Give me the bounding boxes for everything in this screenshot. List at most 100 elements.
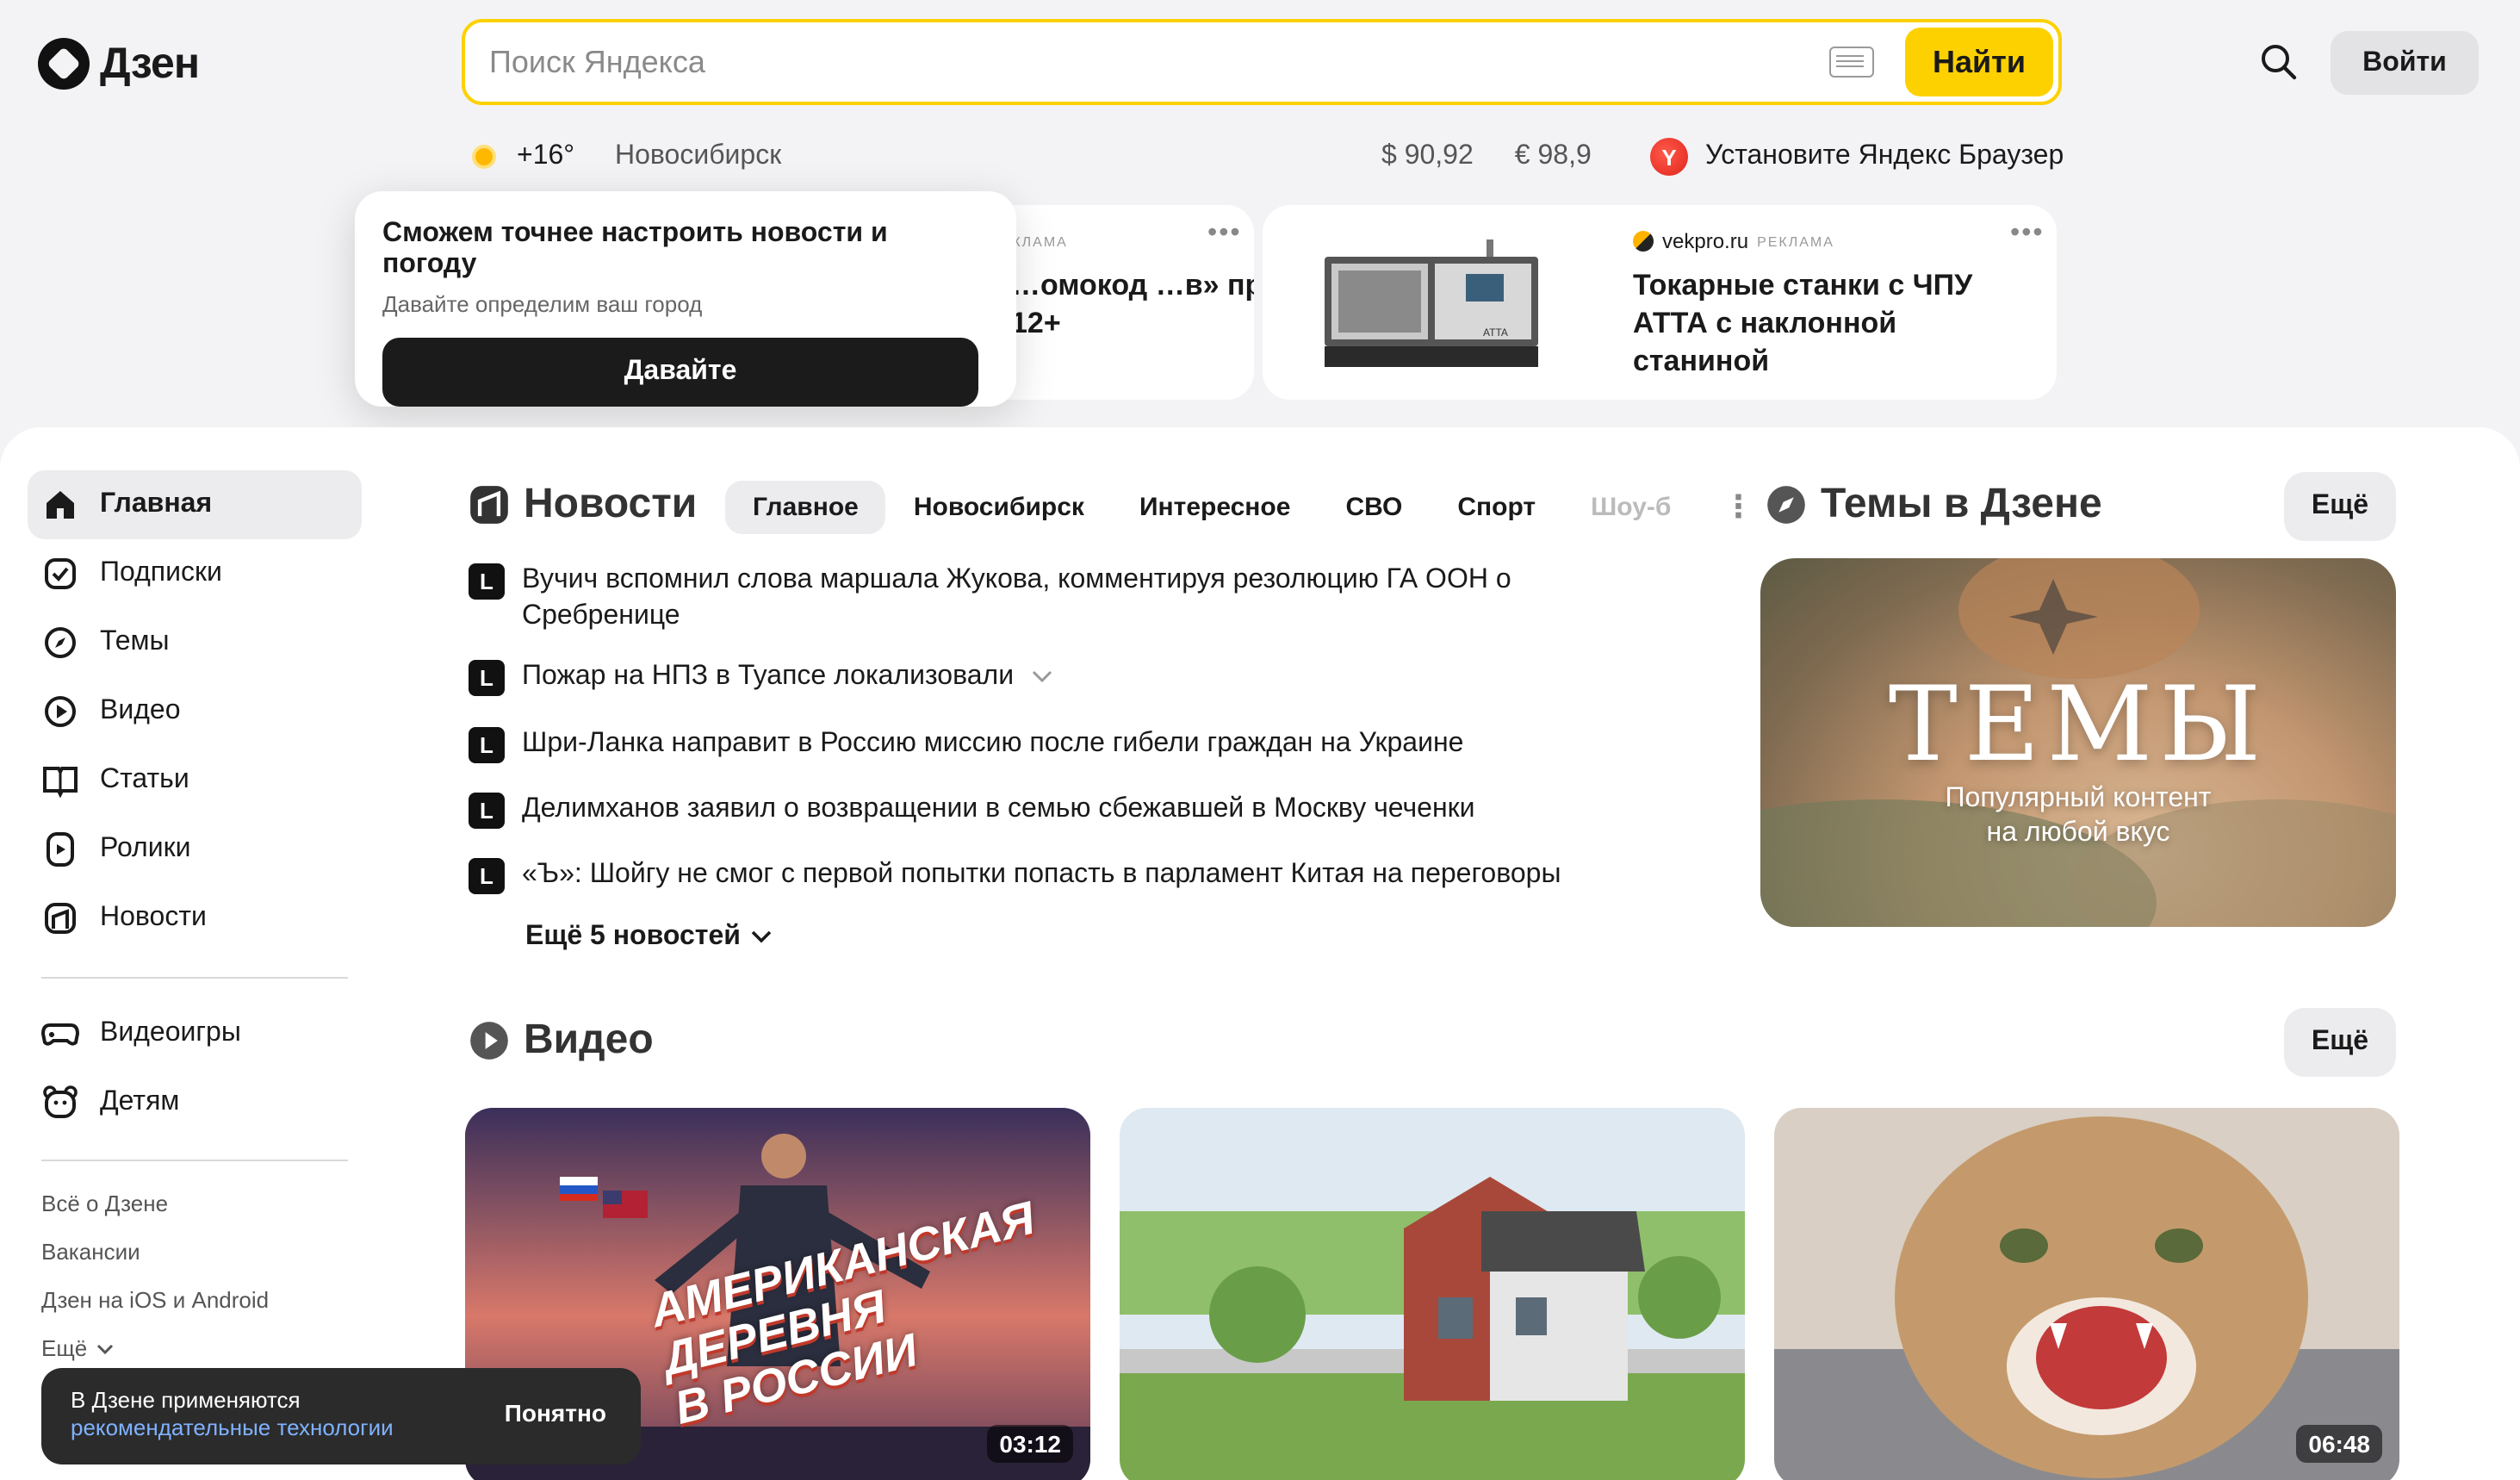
sidebar-item-shorts[interactable]: Ролики [28, 815, 362, 884]
tab-city[interactable]: Новосибирск [886, 481, 1112, 534]
footer-more-label: Ещё [41, 1335, 88, 1361]
search-bar: Найти [462, 19, 2062, 105]
themes-section-title[interactable]: Темы в Дзене [1766, 481, 2102, 529]
compass-icon [45, 627, 76, 658]
sidebar-item-video[interactable]: Видео [28, 677, 362, 746]
chevron-down-icon[interactable] [1031, 668, 1052, 686]
sidebar-item-themes[interactable]: Темы [28, 608, 362, 677]
ad-menu-icon[interactable]: ••• [2010, 219, 2045, 250]
gamepad-icon [41, 1023, 79, 1046]
sidebar-item-news[interactable]: Новости [28, 884, 362, 953]
usd-rate: $ 90,92 [1381, 141, 1474, 171]
weather-widget[interactable]: +16° [465, 138, 574, 176]
sidebar-item-label: Новости [100, 903, 207, 932]
logo-text: Дзен [100, 39, 200, 87]
dzen-logo[interactable]: Дзен [38, 38, 200, 90]
vekpro-icon [1633, 231, 1654, 252]
news-item[interactable]: L Делимханов заявил о возвращении в семь… [469, 791, 1590, 829]
tab-show[interactable]: Шоу-б [1563, 481, 1698, 534]
source-badge: L [469, 858, 505, 894]
browser-promo[interactable]: Y Установите Яндекс Браузер [1650, 138, 2064, 176]
book-icon [43, 767, 78, 799]
video-card[interactable] [1120, 1108, 1745, 1480]
sidebar-item-kids[interactable]: Детям [28, 1068, 362, 1137]
shorts-icon [47, 832, 74, 867]
ad-title: Токарные станки с ЧПУ АТТА с наклонной с… [1633, 269, 1973, 377]
tab-sport[interactable]: Спорт [1430, 481, 1563, 534]
tab-interesting[interactable]: Интересное [1112, 481, 1319, 534]
news-icon [470, 486, 508, 524]
eur-rate: € 98,9 [1514, 141, 1592, 171]
toast-ok-button[interactable]: Понятно [505, 1399, 606, 1427]
news-tabs: Главное Новосибирск Интересное СВО Спорт… [725, 481, 1753, 534]
sun-icon [465, 138, 503, 176]
search-input[interactable] [489, 44, 1829, 80]
themes-more-button[interactable]: Ещё [2284, 472, 2396, 541]
video-icon [470, 1022, 508, 1060]
source-badge: L [469, 727, 505, 763]
video-duration: 03:12 [987, 1425, 1073, 1463]
source-badge: L [469, 563, 505, 600]
ad-card[interactable]: ATTA vekpro.ru РЕКЛАМА ••• Токарные стан… [1263, 205, 2057, 400]
popup-subtitle: Давайте определим ваш город [382, 291, 703, 317]
cnc-machine-image: ATTA [1325, 239, 1538, 367]
tab-svo[interactable]: СВО [1318, 481, 1430, 534]
news-headline: Пожар на НПЗ в Туапсе локализовали [522, 662, 1015, 691]
home-icon [47, 491, 74, 519]
detect-city-button[interactable]: Давайте [382, 338, 978, 407]
svg-text:ATTA: ATTA [1483, 326, 1508, 339]
video-icon [45, 696, 76, 727]
themes-banner-sub-2: на любой вкус [1986, 818, 2170, 848]
video-duration: 06:48 [2296, 1425, 2382, 1463]
news-item[interactable]: L Шри-Ланка направит в Россию миссию пос… [469, 725, 1590, 763]
sidebar-item-home[interactable]: Главная [28, 470, 362, 539]
ad-source[interactable]: vekpro.ru РЕКЛАМА [1633, 229, 1834, 253]
search-button[interactable]: Найти [1905, 28, 2053, 96]
video-thumbnail [1120, 1108, 1745, 1480]
sidebar-item-subscriptions[interactable]: Подписки [28, 539, 362, 608]
tab-main[interactable]: Главное [725, 481, 886, 534]
sidebar-item-articles[interactable]: Статьи [28, 746, 362, 815]
ad-source-name: vekpro.ru [1662, 229, 1749, 253]
footer-link-apps[interactable]: Дзен на iOS и Android [41, 1287, 269, 1313]
news-section-title[interactable]: Новости [469, 481, 697, 529]
footer-link-about[interactable]: Всё о Дзене [41, 1191, 168, 1216]
dzen-logo-icon [38, 38, 90, 90]
recommendations-toast: В Дзене применяются рекомендательные тех… [41, 1368, 641, 1464]
city-label[interactable]: Новосибирск [615, 141, 781, 172]
more-news-label: Ещё 5 новостей [525, 922, 741, 951]
themes-banner[interactable]: ТЕМЫ Популярный контент на любой вкус [1760, 558, 2396, 927]
video-section-title[interactable]: Видео [469, 1017, 654, 1065]
news-item[interactable]: L Пожар на НПЗ в Туапсе локализовали [469, 658, 1052, 696]
subscriptions-icon [45, 558, 76, 589]
sidebar-item-label: Подписки [100, 558, 222, 588]
footer-link-more[interactable]: Ещё [41, 1335, 113, 1361]
temperature: +16° [517, 141, 575, 171]
sidebar-item-label: Темы [100, 627, 170, 656]
sidebar-item-label: Статьи [100, 765, 189, 794]
footer-link-jobs[interactable]: Вакансии [41, 1239, 140, 1265]
themes-banner-subtitle: Популярный контент на любой вкус [1760, 782, 2396, 851]
more-news-button[interactable]: Ещё 5 новостей [525, 922, 772, 953]
news-headline: «Ъ»: Шойгу не смог с первой попытки попа… [522, 860, 1561, 889]
sidebar-divider [41, 1160, 348, 1161]
more-tabs-icon[interactable]: ⋮ [1722, 489, 1753, 525]
themes-title: Темы в Дзене [1821, 481, 2102, 527]
news-headline: Шри-Ланка направит в Россию миссию после… [522, 729, 1464, 758]
source-badge: L [469, 793, 505, 829]
kids-icon [43, 1085, 78, 1118]
search-icon[interactable] [2260, 43, 2298, 81]
news-item[interactable]: L Вучич вспомнил слова маршала Жукова, к… [469, 562, 1590, 634]
keyboard-icon[interactable] [1829, 47, 1874, 78]
news-headline: Вучич вспомнил слова маршала Жукова, ком… [522, 565, 1511, 631]
currency-rates[interactable]: $ 90,92 € 98,9 [1381, 141, 1592, 172]
sidebar-item-games[interactable]: Видеоигры [28, 999, 362, 1068]
video-more-button[interactable]: Ещё [2284, 1008, 2396, 1077]
news-title: Новости [524, 481, 698, 527]
video-card[interactable]: 06:48 [1774, 1108, 2399, 1480]
login-button[interactable]: Войти [2331, 31, 2479, 95]
sidebar-item-label: Детям [100, 1087, 180, 1116]
ad-menu-icon[interactable]: ••• [1207, 219, 1242, 250]
news-item[interactable]: L «Ъ»: Шойгу не смог с первой попытки по… [469, 856, 1728, 894]
city-popup: Сможем точнее настроить новости и погоду… [355, 191, 1016, 407]
